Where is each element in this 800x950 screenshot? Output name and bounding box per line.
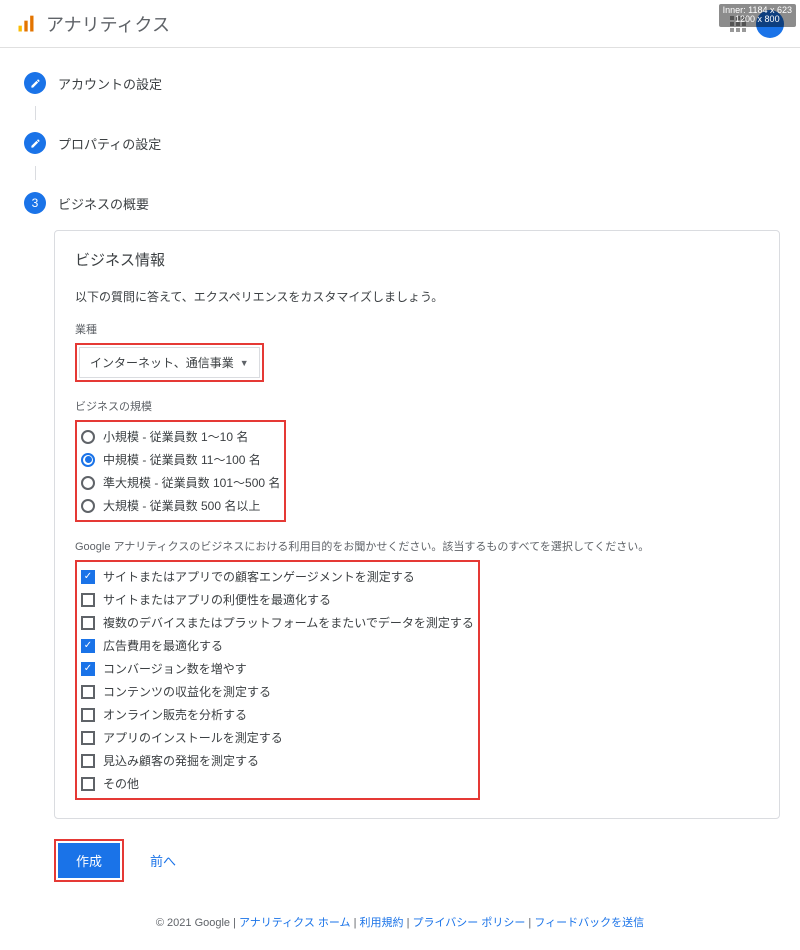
purpose-check-group: ✓ サイトまたはアプリでの顧客エンゲージメントを測定するサイトまたはアプリの利便性… bbox=[79, 564, 476, 796]
size-label: ビジネスの規模 bbox=[75, 398, 759, 414]
footer-home-link[interactable]: アナリティクス ホーム bbox=[239, 917, 351, 929]
radio-label: 準大規模 - 従業員数 101～500 名 bbox=[103, 474, 280, 491]
prev-button[interactable]: 前へ bbox=[136, 843, 190, 878]
checkbox-label: 見込み顧客の発掘を測定する bbox=[103, 752, 259, 769]
step-number: 3 bbox=[24, 192, 46, 214]
chevron-down-icon: ▼ bbox=[240, 358, 249, 368]
radio-label: 小規模 - 従業員数 1～10 名 bbox=[103, 428, 248, 445]
pencil-icon bbox=[24, 132, 46, 154]
radio-icon bbox=[81, 430, 95, 444]
checkbox-label: 複数のデバイスまたはプラットフォームをまたいでデータを測定する bbox=[103, 614, 474, 631]
purpose-check-item[interactable]: ✓ 広告費用を最適化する bbox=[81, 637, 474, 654]
checkbox-label: その他 bbox=[103, 775, 139, 792]
footer: © 2021 Google | アナリティクス ホーム | 利用規約 | プライ… bbox=[0, 902, 800, 950]
purpose-check-item[interactable]: 見込み顧客の発掘を測定する bbox=[81, 752, 474, 769]
footer-feedback-link[interactable]: フィードバックを送信 bbox=[534, 917, 644, 929]
purpose-check-item[interactable]: ✓ サイトまたはアプリでの顧客エンゲージメントを測定する bbox=[81, 568, 474, 585]
checkbox-label: コンバージョン数を増やす bbox=[103, 660, 247, 677]
checkbox-icon: ✓ bbox=[81, 639, 95, 653]
checkbox-icon bbox=[81, 685, 95, 699]
app-title: アナリティクス bbox=[46, 11, 170, 37]
analytics-logo-icon bbox=[16, 14, 36, 34]
checkbox-icon bbox=[81, 593, 95, 607]
purpose-label: Google アナリティクスのビジネスにおける利用目的をお聞かせください。該当す… bbox=[75, 538, 759, 554]
checkbox-label: サイトまたはアプリでの顧客エンゲージメントを測定する bbox=[103, 568, 415, 585]
dimension-badge: Inner: 1184 x 623 1200 x 800 bbox=[719, 4, 796, 28]
radio-label: 大規模 - 従業員数 500 名以上 bbox=[103, 497, 260, 514]
purpose-check-item[interactable]: 複数のデバイスまたはプラットフォームをまたいでデータを測定する bbox=[81, 614, 474, 631]
checkbox-label: アプリのインストールを測定する bbox=[103, 729, 283, 746]
step-label: アカウントの設定 bbox=[58, 74, 162, 93]
purpose-check-item[interactable]: サイトまたはアプリの利便性を最適化する bbox=[81, 591, 474, 608]
dropdown-value: インターネット、通信事業 bbox=[90, 354, 234, 371]
checkbox-icon: ✓ bbox=[81, 662, 95, 676]
size-radio-item[interactable]: 小規模 - 従業員数 1～10 名 bbox=[81, 428, 280, 445]
purpose-check-item[interactable]: オンライン販売を分析する bbox=[81, 706, 474, 723]
checkbox-label: オンライン販売を分析する bbox=[103, 706, 247, 723]
step-property[interactable]: プロパティの設定 bbox=[24, 120, 780, 166]
radio-icon bbox=[81, 476, 95, 490]
purpose-check-item[interactable]: その他 bbox=[81, 775, 474, 792]
step-account[interactable]: アカウントの設定 bbox=[24, 60, 780, 106]
checkbox-label: コンテンツの収益化を測定する bbox=[103, 683, 271, 700]
industry-label: 業種 bbox=[75, 321, 759, 337]
checkbox-icon bbox=[81, 616, 95, 630]
purpose-check-item[interactable]: アプリのインストールを測定する bbox=[81, 729, 474, 746]
copyright: © 2021 Google bbox=[156, 917, 230, 929]
radio-icon bbox=[81, 453, 95, 467]
checkbox-icon bbox=[81, 754, 95, 768]
checkbox-label: 広告費用を最適化する bbox=[103, 637, 223, 654]
checkbox-icon bbox=[81, 777, 95, 791]
size-radio-item[interactable]: 準大規模 - 従業員数 101～500 名 bbox=[81, 474, 280, 491]
radio-icon bbox=[81, 499, 95, 513]
size-radio-item[interactable]: 中規模 - 従業員数 11～100 名 bbox=[81, 451, 280, 468]
card-title: ビジネス情報 bbox=[75, 249, 759, 270]
radio-label: 中規模 - 従業員数 11～100 名 bbox=[103, 451, 261, 468]
footer-privacy-link[interactable]: プライバシー ポリシー bbox=[413, 917, 526, 929]
purpose-check-item[interactable]: コンテンツの収益化を測定する bbox=[81, 683, 474, 700]
checkbox-label: サイトまたはアプリの利便性を最適化する bbox=[103, 591, 331, 608]
size-radio-group: 小規模 - 従業員数 1～10 名中規模 - 従業員数 11～100 名準大規模… bbox=[79, 424, 282, 518]
card-desc: 以下の質問に答えて、エクスペリエンスをカスタマイズしましょう。 bbox=[75, 288, 759, 305]
stepper: アカウントの設定 プロパティの設定 3 ビジネスの概要 bbox=[24, 60, 780, 226]
size-radio-item[interactable]: 大規模 - 従業員数 500 名以上 bbox=[81, 497, 280, 514]
create-button[interactable]: 作成 bbox=[58, 843, 120, 878]
purpose-check-item[interactable]: ✓ コンバージョン数を増やす bbox=[81, 660, 474, 677]
step-label: プロパティの設定 bbox=[58, 134, 161, 153]
step-business: 3 ビジネスの概要 bbox=[24, 180, 780, 226]
pencil-icon bbox=[24, 72, 46, 94]
checkbox-icon bbox=[81, 708, 95, 722]
checkbox-icon bbox=[81, 731, 95, 745]
business-card: ビジネス情報 以下の質問に答えて、エクスペリエンスをカスタマイズしましょう。 業… bbox=[54, 230, 780, 819]
checkbox-icon: ✓ bbox=[81, 570, 95, 584]
footer-terms-link[interactable]: 利用規約 bbox=[360, 917, 404, 929]
industry-dropdown[interactable]: インターネット、通信事業 ▼ bbox=[79, 347, 260, 378]
topbar: アナリティクス Inner: 1184 x 623 1200 x 800 bbox=[0, 0, 800, 48]
step-label: ビジネスの概要 bbox=[58, 194, 149, 213]
